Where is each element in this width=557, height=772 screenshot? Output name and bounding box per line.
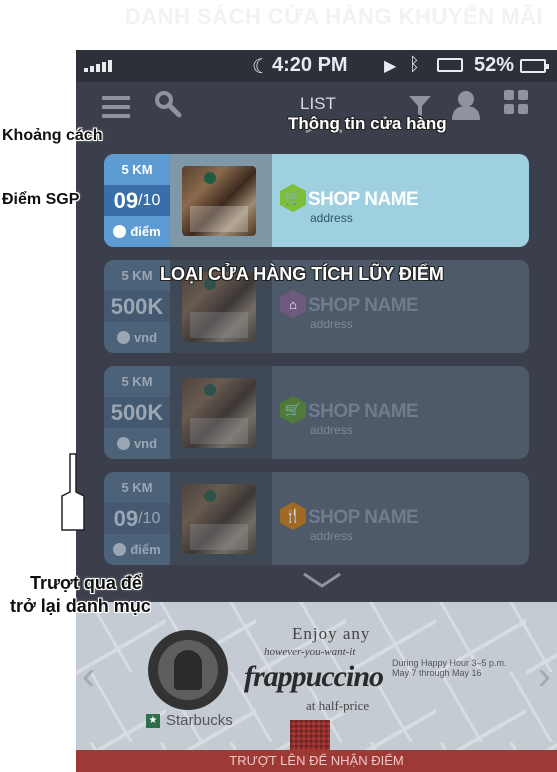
search-icon[interactable]: [154, 90, 182, 118]
shop-score: 500K: [104, 291, 170, 322]
page-header: DANH SÁCH CỬA HÀNG KHUYẾN MÃI: [124, 4, 543, 29]
starbucks-logo: [148, 630, 228, 710]
chevron-left-icon[interactable]: ‹: [82, 654, 95, 699]
shop-unit: vnd: [104, 322, 170, 353]
points-icon: [113, 543, 127, 556]
status-time: 4:20 PM: [272, 54, 348, 76]
shop-name: SHOP NAME: [308, 507, 419, 528]
signal-icon: [84, 60, 112, 72]
shop-card[interactable]: 5 KM 09/10 điểm 🍴 SHOP NAME address: [104, 472, 529, 565]
menu-icon[interactable]: [102, 96, 130, 118]
fork-knife-icon: 🍴: [280, 502, 306, 530]
storage-icon: [437, 58, 463, 72]
promo-price-note: at half-price: [306, 698, 370, 713]
annotation-swipe-back-1: Trượt qua để: [30, 573, 142, 593]
cart-icon: 🛒: [280, 184, 306, 212]
shop-name: SHOP NAME: [308, 295, 419, 316]
shop-address: address: [310, 529, 353, 543]
shop-metric: 5 KM 09/10 điểm: [104, 154, 170, 247]
shop-photo: [170, 366, 272, 459]
play-icon: ▶: [384, 58, 397, 75]
annotation-sgp-points: Điểm SGP: [2, 191, 80, 208]
star-icon: ★: [146, 713, 160, 728]
battery-icon: [520, 59, 549, 73]
shop-info: 🛒 SHOP NAME address: [272, 366, 529, 459]
shop-name: SHOP NAME: [308, 189, 419, 210]
shop-card[interactable]: 5 KM 500K vnd 🛒 SHOP NAME address: [104, 366, 529, 459]
shop-score: 09/10: [104, 185, 170, 216]
promo-enjoy: Enjoy any: [292, 624, 371, 643]
shop-unit: vnd: [104, 428, 170, 459]
shop-metric: 5 KM 09/10 điểm: [104, 472, 170, 565]
grid-view-icon[interactable]: [504, 90, 528, 114]
annotation-distance: Khoảng cách: [2, 127, 103, 144]
shop-name: SHOP NAME: [308, 401, 419, 422]
shop-photo: [170, 472, 272, 565]
chevron-down-icon[interactable]: [302, 572, 342, 588]
status-bar: ☾ 4:20 PM ▶ ᛒ 52%: [76, 50, 557, 82]
user-icon[interactable]: [452, 90, 480, 120]
swipe-up-cta[interactable]: TRƯỢT LÊN ĐỂ NHẬN ĐIỂM: [76, 750, 557, 772]
annotation-swipe-back-2: trở lại danh mục: [10, 596, 151, 616]
phone-screen: ☾ 4:20 PM ▶ ᛒ 52% LIST 5 KM 09/10 điểm 🛒…: [76, 50, 557, 772]
moon-icon: ☾: [252, 56, 270, 78]
promo-tagline: however-you-want-it: [264, 646, 356, 658]
shop-metric: 5 KM 500K vnd: [104, 366, 170, 459]
chevron-right-icon[interactable]: ›: [538, 654, 551, 699]
shop-card[interactable]: 5 KM 09/10 điểm 🛒 SHOP NAME address: [104, 154, 529, 247]
shop-score: 500K: [104, 397, 170, 428]
list-tab-label[interactable]: LIST: [300, 94, 336, 114]
hand-icon: [61, 453, 85, 531]
brand-label: ★ Starbucks: [146, 712, 233, 729]
points-icon: [113, 225, 127, 238]
shop-distance: 5 KM: [121, 480, 153, 495]
shop-score: 09/10: [104, 503, 170, 534]
currency-icon: [116, 437, 130, 450]
cart-icon: 🛒: [280, 396, 306, 424]
battery-percent: 52%: [474, 54, 515, 76]
shop-address: address: [310, 317, 353, 331]
annotation-store-type: LOẠI CỬA HÀNG TÍCH LŨY ĐIỂM: [160, 264, 444, 284]
shop-distance: 5 KM: [104, 154, 170, 185]
shop-address: address: [310, 211, 353, 225]
bluetooth-icon: ᛒ: [409, 54, 420, 74]
annotation-store-info: Thông tin cửa hàng: [288, 114, 447, 133]
shop-photo: [170, 154, 272, 247]
swipe-indicator: [16, 455, 19, 575]
shop-distance: 5 KM: [121, 374, 153, 389]
shop-info: 🛒 SHOP NAME address: [272, 154, 529, 247]
currency-icon: [116, 331, 130, 344]
hanger-icon: ⌂: [280, 290, 306, 318]
promo-hours: During Happy Hour 3–5 p.m. May 7 through …: [392, 658, 507, 678]
shop-info: 🍴 SHOP NAME address: [272, 472, 529, 565]
shop-unit: điểm: [104, 216, 170, 247]
shop-unit: điểm: [104, 534, 170, 565]
promo-banner[interactable]: ‹ › ★ Starbucks Enjoy any however-you-wan…: [76, 594, 557, 772]
promo-product: frappuccino: [244, 660, 384, 693]
shop-address: address: [310, 423, 353, 437]
